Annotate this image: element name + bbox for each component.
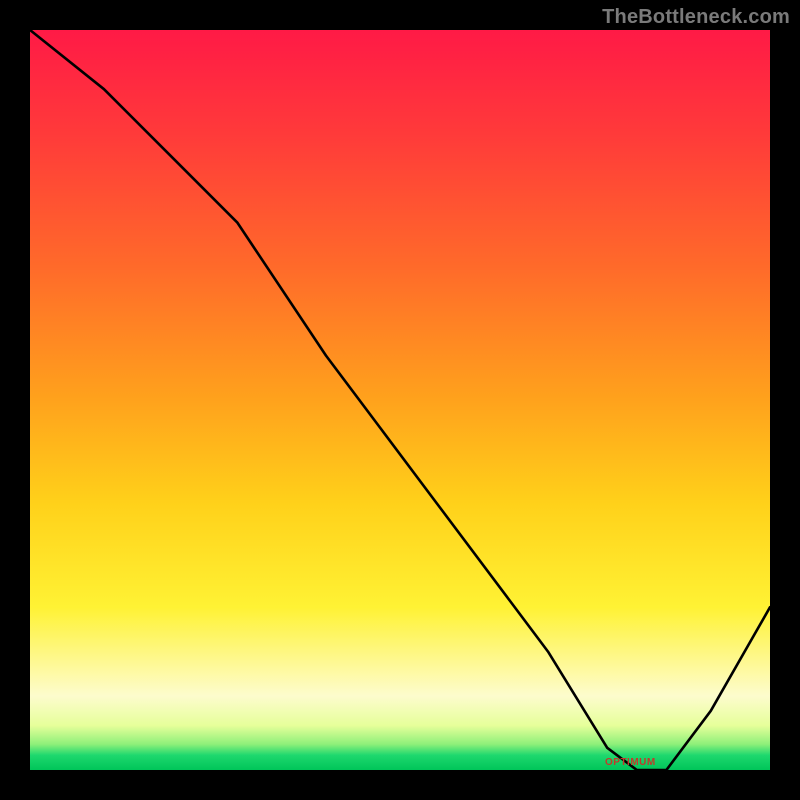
watermark-text: TheBottleneck.com: [602, 6, 790, 29]
curve-polyline: [30, 30, 770, 770]
optimum-marker-label: OPTIMUM: [605, 757, 656, 768]
plot-area: OPTIMUM: [30, 30, 770, 770]
bottleneck-curve: [30, 30, 770, 770]
chart-frame: OPTIMUM TheBottleneck.com: [0, 0, 800, 800]
